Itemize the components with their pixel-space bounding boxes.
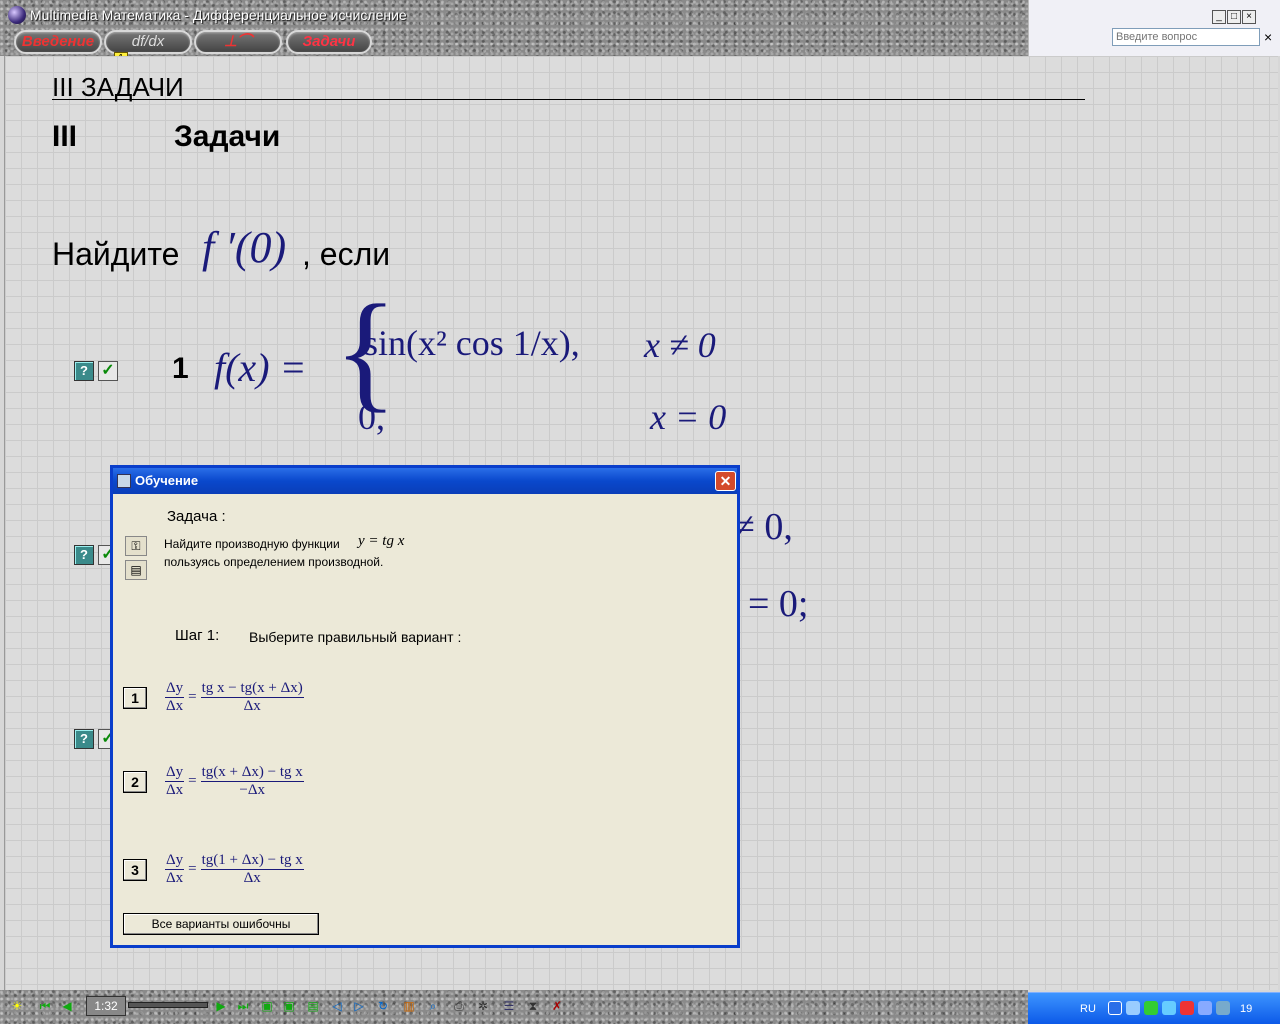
- refresh-icon[interactable]: ↻: [374, 997, 392, 1015]
- dialog-title: Обучение: [113, 468, 737, 494]
- option-2-lhs-den: Δx: [166, 782, 184, 799]
- task-text-1: Найдите производную функции: [164, 537, 340, 551]
- option-2-button[interactable]: 2: [123, 771, 147, 793]
- last-icon[interactable]: ⏭: [234, 997, 252, 1015]
- dialog-close-button[interactable]: ✕: [715, 471, 736, 491]
- close-window-icon[interactable]: ×: [1242, 10, 1256, 24]
- task2-fragment-2: = 0;: [748, 583, 809, 625]
- key-icon[interactable]: ⚿: [125, 536, 147, 556]
- logo-icon[interactable]: ☀: [8, 997, 26, 1015]
- slide-icon-3[interactable]: ▤: [304, 997, 322, 1015]
- task3-help-button[interactable]: ?: [74, 729, 94, 749]
- task2-help-button[interactable]: ?: [74, 545, 94, 565]
- window-controls: _ □ ×: [1212, 6, 1257, 24]
- prev-icon[interactable]: ◀: [58, 997, 76, 1015]
- dialog-app-icon: [117, 474, 131, 488]
- tray-yandex-icon[interactable]: [1180, 1001, 1194, 1015]
- task1-number: 1: [172, 352, 189, 385]
- option-3-formula: Δy Δx = tg(1 + Δx) − tg x Δx: [165, 852, 304, 887]
- step-instruction: Выберите правильный вариант :: [249, 629, 462, 645]
- step-label: Шаг 1:: [175, 627, 220, 644]
- slide-icon-1[interactable]: ▣: [258, 997, 276, 1015]
- option-2-formula: Δy Δx = tg(x + Δx) − tg x −Δx: [165, 764, 304, 799]
- playback-time: 1:32: [86, 996, 126, 1016]
- tab-intro[interactable]: Введение: [14, 30, 102, 54]
- language-indicator[interactable]: RU: [1080, 1003, 1096, 1015]
- book-icon[interactable]: ▤: [125, 560, 147, 580]
- exit-icon[interactable]: ✗: [548, 997, 566, 1015]
- book-tool-icon[interactable]: ▥: [400, 997, 418, 1015]
- tray-lang-icon[interactable]: [1216, 1001, 1230, 1015]
- window-title: Multimedia Математика - Дифференциальное…: [30, 7, 407, 23]
- prompt-fprime: f ′(0): [202, 223, 287, 272]
- list-icon[interactable]: ☰: [500, 997, 518, 1015]
- option-3-rhs-den: Δx: [243, 870, 261, 887]
- option-1-rhs-den: Δx: [243, 698, 261, 715]
- option-1-rhs-num: tg x − tg(x + Δx): [200, 680, 304, 699]
- option-2-rhs-num: tg(x + Δx) − tg x: [200, 764, 304, 783]
- task1-case2: 0,: [358, 397, 385, 437]
- prompt-if: , если: [302, 236, 391, 272]
- print-icon[interactable]: ⎙: [450, 997, 468, 1015]
- slide-icon-2[interactable]: ▣: [280, 997, 298, 1015]
- back-icon[interactable]: ◁: [328, 997, 346, 1015]
- search-tool-icon[interactable]: ⌕: [424, 997, 442, 1015]
- section-title: Задачи: [174, 120, 281, 153]
- tray-app-icon[interactable]: [1144, 1001, 1158, 1015]
- task1-case1-cond: x ≠ 0: [644, 325, 716, 365]
- tray-network-icon[interactable]: [1126, 1001, 1140, 1015]
- maximize-icon[interactable]: □: [1227, 10, 1241, 24]
- task-formula: y = tg x: [358, 533, 405, 549]
- task1-case1: sin(x² cos 1/x),: [364, 323, 580, 363]
- forward-icon[interactable]: ▷: [350, 997, 368, 1015]
- section-number: III: [52, 120, 78, 153]
- play-icon[interactable]: ▶: [212, 997, 230, 1015]
- task1-help-button[interactable]: ?: [74, 361, 94, 381]
- option-3-button[interactable]: 3: [123, 859, 147, 881]
- tab-graph[interactable]: ⊥⌒: [194, 30, 282, 54]
- task-label: Задача :: [167, 508, 226, 525]
- playback-slider[interactable]: [128, 1002, 208, 1008]
- tray-sound-icon[interactable]: [1162, 1001, 1176, 1015]
- option-3-rhs-num: tg(1 + Δx) − tg x: [200, 852, 304, 871]
- option-3-lhs-den: Δx: [166, 870, 184, 887]
- option-1-button[interactable]: 1: [123, 687, 147, 709]
- first-icon[interactable]: ⏮: [36, 997, 54, 1015]
- timer-icon[interactable]: ⧗: [524, 997, 542, 1015]
- heading-divider: [52, 99, 1085, 100]
- option-2-rhs-den: −Δx: [239, 782, 265, 799]
- task1-check-button[interactable]: ✓: [98, 361, 118, 381]
- tray-sync-icon[interactable]: [1198, 1001, 1212, 1015]
- option-1-lhs-num: Δy: [165, 680, 185, 699]
- app-logo-icon: [8, 6, 26, 24]
- task2-fragment-1: ≠ 0,: [734, 506, 793, 548]
- option-1-lhs-den: Δx: [166, 698, 184, 715]
- tools-icon[interactable]: ✲: [474, 997, 492, 1015]
- help-search-input[interactable]: [1112, 28, 1260, 46]
- option-3-lhs-num: Δy: [165, 852, 185, 871]
- tab-tasks[interactable]: Задачи: [286, 30, 372, 54]
- option-2-lhs-num: Δy: [165, 764, 185, 783]
- all-wrong-button[interactable]: Все варианты ошибочны: [123, 913, 319, 935]
- tray-arrow-icon[interactable]: [1108, 1001, 1122, 1015]
- tutorial-dialog: Обучение ✕ Задача : ⚿ ▤ Найдите производ…: [110, 465, 740, 948]
- tab-derivative[interactable]: df/dx: [104, 30, 192, 54]
- task1-case2-cond: x = 0: [650, 397, 727, 437]
- minimize-icon[interactable]: _: [1212, 10, 1226, 24]
- task-text-2: пользуясь определением производной.: [164, 555, 384, 569]
- prompt-find: Найдите: [52, 236, 180, 272]
- option-1-formula: Δy Δx = tg x − tg(x + Δx) Δx: [165, 680, 304, 715]
- close-help-icon[interactable]: ×: [1264, 29, 1272, 45]
- task1-lhs: f(x) =: [214, 345, 307, 390]
- tray-clock: 19: [1240, 1003, 1253, 1015]
